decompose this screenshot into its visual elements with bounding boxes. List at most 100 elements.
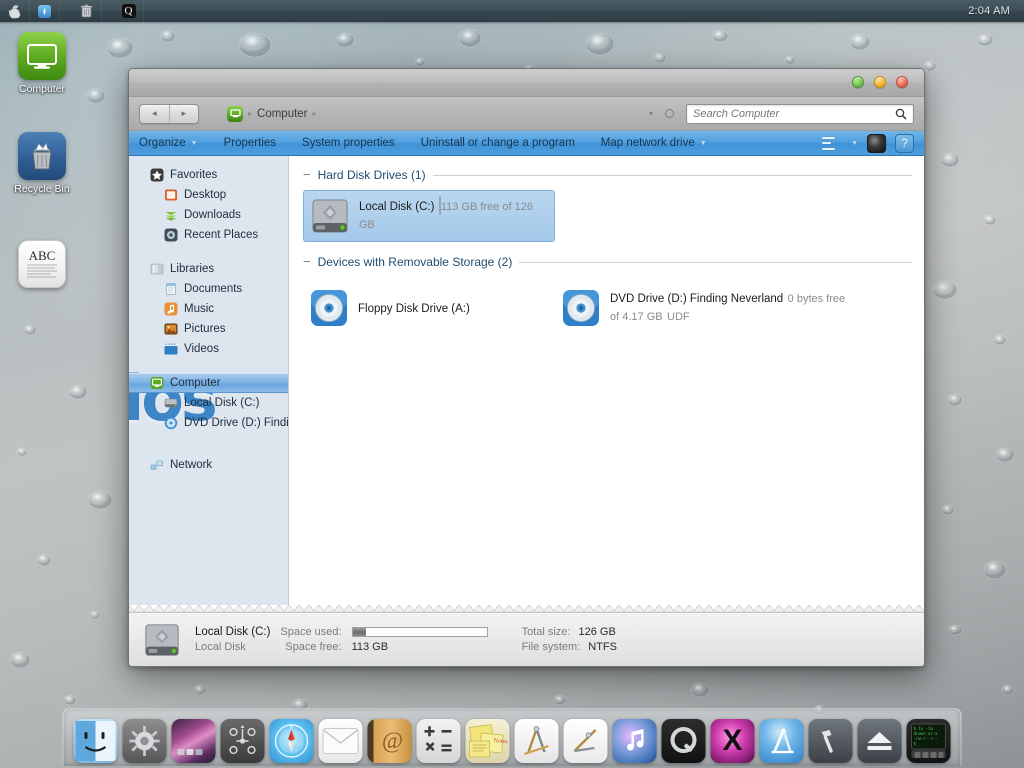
command-bar[interactable]: Organize ▼ Properties System properties … xyxy=(129,131,924,156)
chevron-down-icon[interactable]: ▼ xyxy=(191,140,198,147)
cmd-map-network-drive[interactable]: Map network drive xyxy=(601,137,695,149)
computer-icon xyxy=(149,376,164,391)
sidebar-item-downloads[interactable]: Downloads xyxy=(129,205,288,225)
dashcode-icon[interactable] xyxy=(514,719,559,763)
drive-item-local-disk-c[interactable]: Local Disk (C:) 113 GB free of 126 GB xyxy=(303,190,555,242)
desktop-icon-recycle-bin[interactable]: Recycle Bin xyxy=(3,132,81,195)
sidebar-label: Computer xyxy=(170,377,221,389)
collapse-icon-2[interactable]: − xyxy=(303,255,311,268)
trash-icon[interactable] xyxy=(72,0,102,22)
file-list-content[interactable]: − Hard Disk Drives (1) Local Disk (C:) 1… xyxy=(289,156,924,605)
sidebar-item-documents[interactable]: Documents xyxy=(129,279,288,299)
navigation-sidebar[interactable]: Favorites Desktop Downloads Recent Place… xyxy=(129,156,289,605)
collapse-icon[interactable]: − xyxy=(303,168,311,181)
eject-icon[interactable] xyxy=(857,719,902,763)
breadcrumb-separator: ▸ xyxy=(248,109,253,118)
desktop-icon-abc-document[interactable]: ABC xyxy=(3,240,81,291)
compass-glyph xyxy=(43,7,46,15)
desktop[interactable]: Q 2:04 AM Computer Recycle Bin ABC ◂ ▸ ▸… xyxy=(0,0,1024,768)
sidebar-item-libraries[interactable]: Libraries xyxy=(129,259,288,279)
safari-icon[interactable]: N xyxy=(269,719,314,763)
cmd-organize[interactable]: Organize xyxy=(139,137,186,149)
forward-button[interactable]: ▸ xyxy=(168,104,199,123)
quicktime-icon[interactable] xyxy=(661,719,706,763)
maximize-button[interactable] xyxy=(896,76,908,88)
desktop-wallpaper-icon[interactable] xyxy=(171,719,216,763)
navigation-bar[interactable]: ◂ ▸ ▸ Computer ▸ ▾ xyxy=(129,97,924,131)
drive-name-2: Floppy Disk Drive (A:) xyxy=(358,303,470,315)
system-preferences-icon[interactable] xyxy=(122,719,167,763)
eject-glyph xyxy=(867,732,892,750)
mail-icon[interactable] xyxy=(318,719,363,763)
sidebar-item-computer[interactable]: Computer xyxy=(129,373,288,393)
windows-explorer-window[interactable]: ◂ ▸ ▸ Computer ▸ ▾ Search Computer Organ… xyxy=(128,68,925,667)
change-view-icon[interactable] xyxy=(822,136,837,150)
preview-pane-icon[interactable] xyxy=(867,133,886,153)
search-input[interactable] xyxy=(693,107,895,120)
dashboard-icon[interactable] xyxy=(220,719,265,763)
menu-bar[interactable]: Q 2:04 AM xyxy=(0,0,1024,22)
app-store-icon[interactable] xyxy=(759,719,804,763)
cmd-properties[interactable]: Properties xyxy=(224,137,276,149)
itunes-icon[interactable] xyxy=(612,719,657,763)
chevron-down-icon-3[interactable]: ▼ xyxy=(851,140,858,147)
sidebar-item-dvd-drive-d[interactable]: DVD Drive (D:) Finding xyxy=(129,413,288,433)
breadcrumb-item-computer[interactable]: Computer xyxy=(257,108,308,120)
cmd-uninstall-or-change-a-program[interactable]: Uninstall or change a program xyxy=(421,137,575,149)
sidebar-item-network[interactable]: Network xyxy=(129,455,288,475)
search-box[interactable] xyxy=(686,103,914,124)
finder-icon[interactable] xyxy=(73,719,118,763)
optical-disc-glyph xyxy=(311,290,347,326)
drive-item-dvd-d[interactable]: DVD Drive (D:) Finding Neverland 0 bytes… xyxy=(555,283,855,334)
refresh-icon[interactable] xyxy=(665,109,674,118)
sidebar-item-pictures[interactable]: Pictures xyxy=(129,319,288,339)
dock[interactable]: N @ Notes X $ ls -la drwxr-xr-x -rw-r--r… xyxy=(62,708,962,766)
sidebar-item-recent-places[interactable]: Recent Places xyxy=(129,225,288,245)
chevron-down-icon-2[interactable]: ▼ xyxy=(700,140,707,147)
sidebar-item-local-disk-c[interactable]: Local Disk (C:) xyxy=(129,393,288,413)
interface-builder-icon[interactable] xyxy=(563,719,608,763)
sidebar-item-videos[interactable]: Videos xyxy=(129,339,288,359)
terminal-icon[interactable]: $ ls -la drwxr-xr-x -rw-r--r-- $ _ xyxy=(906,719,951,763)
breadcrumb[interactable]: ▸ Computer ▸ xyxy=(227,105,317,122)
sidebar-label: Local Disk (C:) xyxy=(184,397,260,409)
cmd-system-properties[interactable]: System properties xyxy=(302,137,395,149)
close-button[interactable] xyxy=(852,76,864,88)
minimize-button[interactable] xyxy=(874,76,886,88)
window-title-bar[interactable] xyxy=(129,69,924,97)
apple-menu-icon[interactable] xyxy=(0,0,30,22)
search-icon[interactable] xyxy=(895,108,907,120)
details-space-free-cell: 113 GB File system: NTFS xyxy=(352,641,617,653)
stickies-icon[interactable]: Notes xyxy=(465,719,510,763)
group-header-removable-storage[interactable]: − Devices with Removable Storage (2) xyxy=(303,255,912,269)
menubar-clock[interactable]: 2:04 AM xyxy=(968,5,1010,17)
details-pane[interactable]: Local Disk (C:) Space used: Total size: … xyxy=(129,612,924,666)
drive-item-floppy-a[interactable]: Floppy Disk Drive (A:) xyxy=(303,283,555,334)
desktop-icon-computer[interactable]: Computer xyxy=(3,32,81,95)
window-controls[interactable] xyxy=(852,76,908,88)
monitor-glyph xyxy=(27,43,57,69)
hammer-icon[interactable] xyxy=(808,719,853,763)
optical-drive-icon-2 xyxy=(561,288,601,328)
hard-disk-glyph xyxy=(312,199,348,233)
history-dropdown-icon[interactable]: ▾ xyxy=(649,109,653,118)
pictures-icon xyxy=(163,322,178,337)
back-button[interactable]: ◂ xyxy=(140,105,169,123)
hard-disk-glyph-small xyxy=(145,623,179,656)
spotlight-icon[interactable]: Q xyxy=(114,0,144,22)
calculator-keys-glyph xyxy=(424,726,452,752)
hard-disk-icon xyxy=(310,196,350,236)
sidebar-item-desktop[interactable]: Desktop xyxy=(129,185,288,205)
breadcrumb-separator-2[interactable]: ▸ xyxy=(313,109,317,118)
group-header-hard-disk-drives[interactable]: − Hard Disk Drives (1) xyxy=(303,168,912,182)
window-body: Favorites Desktop Downloads Recent Place… xyxy=(129,156,924,605)
calculator-icon[interactable] xyxy=(416,719,461,763)
nav-history-buttons[interactable]: ◂ ▸ xyxy=(139,103,199,124)
address-book-icon[interactable]: @ xyxy=(367,719,412,763)
xcode-icon[interactable]: X xyxy=(710,719,755,763)
sidebar-item-favorites[interactable]: Favorites xyxy=(129,165,288,185)
finder-blue-icon[interactable] xyxy=(30,0,60,22)
help-icon[interactable]: ? xyxy=(895,133,914,153)
finder-face-glyph xyxy=(75,721,116,761)
sidebar-item-music[interactable]: Music xyxy=(129,299,288,319)
